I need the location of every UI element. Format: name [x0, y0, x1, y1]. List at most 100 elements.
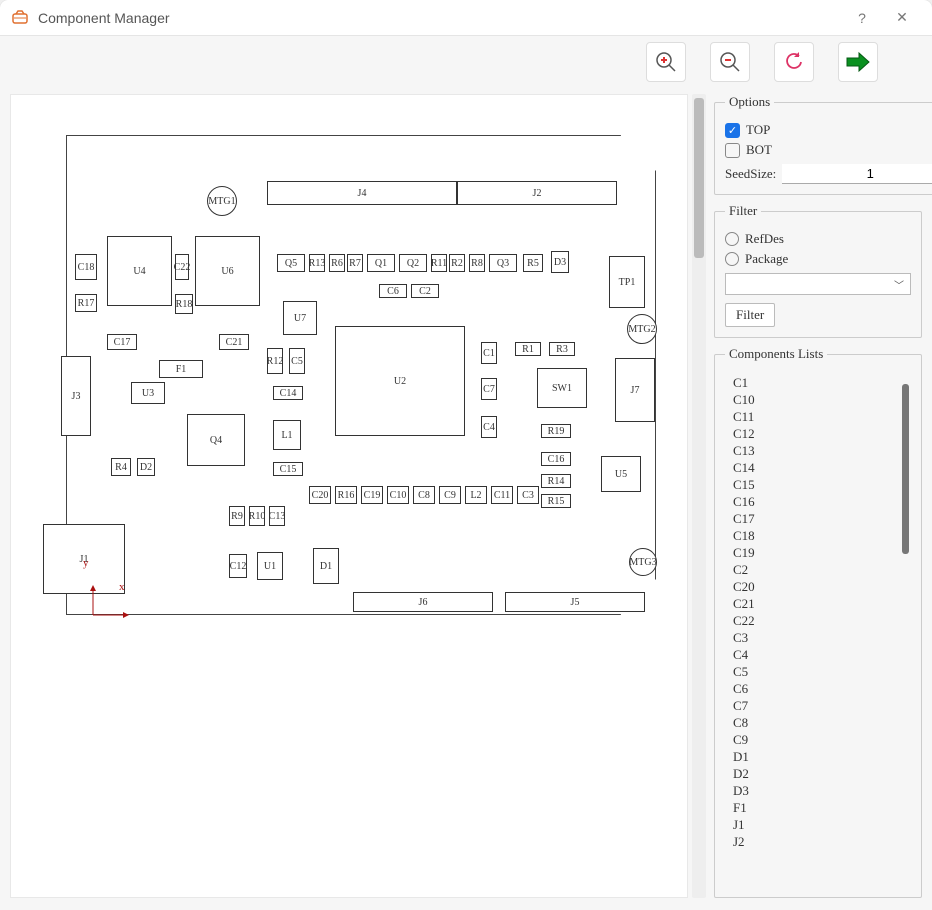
- component-R10[interactable]: R10: [249, 506, 265, 526]
- component-C10[interactable]: C10: [387, 486, 409, 504]
- list-item[interactable]: C20: [731, 578, 900, 595]
- list-item[interactable]: D3: [731, 782, 900, 799]
- refdes-radio[interactable]: [725, 232, 739, 246]
- component-C4[interactable]: C4: [481, 416, 497, 438]
- list-item[interactable]: C18: [731, 527, 900, 544]
- components-list-items[interactable]: C1C10C11C12C13C14C15C16C17C18C19C2C20C21…: [731, 374, 900, 883]
- component-R17[interactable]: R17: [75, 294, 97, 312]
- component-C18[interactable]: C18: [75, 254, 97, 280]
- component-R14[interactable]: R14: [541, 474, 571, 488]
- component-Q1[interactable]: Q1: [367, 254, 395, 272]
- list-item[interactable]: C9: [731, 731, 900, 748]
- component-C17[interactable]: C17: [107, 334, 137, 350]
- scrollbar-thumb[interactable]: [694, 98, 704, 258]
- list-item[interactable]: C13: [731, 442, 900, 459]
- component-MTG2[interactable]: MTG2: [627, 314, 657, 344]
- component-J7[interactable]: J7: [615, 358, 655, 422]
- list-item[interactable]: C2: [731, 561, 900, 578]
- component-D1[interactable]: D1: [313, 548, 339, 584]
- list-item[interactable]: C7: [731, 697, 900, 714]
- filter-select[interactable]: ﹀: [725, 273, 911, 295]
- list-item[interactable]: J2: [731, 833, 900, 850]
- zoom-out-button[interactable]: [710, 42, 750, 82]
- list-item[interactable]: C14: [731, 459, 900, 476]
- bot-option[interactable]: BOT: [725, 142, 932, 158]
- component-R19[interactable]: R19: [541, 424, 571, 438]
- component-C11[interactable]: C11: [491, 486, 513, 504]
- component-MTG3[interactable]: MTG3: [629, 548, 657, 576]
- component-C12[interactable]: C12: [229, 554, 247, 578]
- component-C20[interactable]: C20: [309, 486, 331, 504]
- component-Q3[interactable]: Q3: [489, 254, 517, 272]
- close-button[interactable]: ✕: [882, 9, 922, 26]
- component-C15[interactable]: C15: [273, 462, 303, 476]
- component-R7[interactable]: R7: [347, 254, 363, 272]
- component-R1[interactable]: R1: [515, 342, 541, 356]
- pcb-canvas[interactable]: MTG1J4J2C18U4C22U6Q5R13R6R7Q1Q2R11R2R8Q3…: [10, 94, 688, 898]
- list-item[interactable]: C21: [731, 595, 900, 612]
- component-C7[interactable]: C7: [481, 378, 497, 400]
- component-C5[interactable]: C5: [289, 348, 305, 374]
- component-U3[interactable]: U3: [131, 382, 165, 404]
- component-J4[interactable]: J4: [267, 181, 457, 205]
- list-item[interactable]: D1: [731, 748, 900, 765]
- component-R11[interactable]: R11: [431, 254, 447, 272]
- canvas-scrollbar[interactable]: [692, 94, 706, 898]
- component-R16[interactable]: R16: [335, 486, 357, 504]
- component-MTG1[interactable]: MTG1: [207, 186, 237, 216]
- component-D2[interactable]: D2: [137, 458, 155, 476]
- next-button[interactable]: [838, 42, 878, 82]
- list-scrollbar[interactable]: [902, 374, 909, 883]
- list-item[interactable]: C11: [731, 408, 900, 425]
- component-R6[interactable]: R6: [329, 254, 345, 272]
- component-R18[interactable]: R18: [175, 294, 193, 314]
- component-J2[interactable]: J2: [457, 181, 617, 205]
- list-item[interactable]: C4: [731, 646, 900, 663]
- component-R9[interactable]: R9: [229, 506, 245, 526]
- component-R15[interactable]: R15: [541, 494, 571, 508]
- list-item[interactable]: C1: [731, 374, 900, 391]
- component-L1[interactable]: L1: [273, 420, 301, 450]
- list-item[interactable]: C15: [731, 476, 900, 493]
- component-C13[interactable]: C13: [269, 506, 285, 526]
- list-item[interactable]: C22: [731, 612, 900, 629]
- component-TP1[interactable]: TP1: [609, 256, 645, 308]
- component-C3[interactable]: C3: [517, 486, 539, 504]
- filter-button[interactable]: Filter: [725, 303, 775, 327]
- component-U6[interactable]: U6: [195, 236, 260, 306]
- component-R5[interactable]: R5: [523, 254, 543, 272]
- list-item[interactable]: C19: [731, 544, 900, 561]
- package-option[interactable]: Package: [725, 251, 911, 267]
- seedsize-input[interactable]: [782, 164, 932, 184]
- component-R8[interactable]: R8: [469, 254, 485, 272]
- list-item[interactable]: C6: [731, 680, 900, 697]
- list-item[interactable]: F1: [731, 799, 900, 816]
- component-C6[interactable]: C6: [379, 284, 407, 298]
- component-C16[interactable]: C16: [541, 452, 571, 466]
- component-R3[interactable]: R3: [549, 342, 575, 356]
- top-option[interactable]: ✓ TOP: [725, 122, 932, 138]
- component-U1[interactable]: U1: [257, 552, 283, 580]
- component-C2[interactable]: C2: [411, 284, 439, 298]
- refresh-button[interactable]: [774, 42, 814, 82]
- component-R2[interactable]: R2: [449, 254, 465, 272]
- component-J3[interactable]: J3: [61, 356, 91, 436]
- list-item[interactable]: C5: [731, 663, 900, 680]
- list-item[interactable]: D2: [731, 765, 900, 782]
- package-radio[interactable]: [725, 252, 739, 266]
- component-J5[interactable]: J5: [505, 592, 645, 612]
- list-item[interactable]: C8: [731, 714, 900, 731]
- component-L2[interactable]: L2: [465, 486, 487, 504]
- refdes-option[interactable]: RefDes: [725, 231, 911, 247]
- component-U4[interactable]: U4: [107, 236, 172, 306]
- component-C1[interactable]: C1: [481, 342, 497, 364]
- list-item[interactable]: C3: [731, 629, 900, 646]
- component-Q5[interactable]: Q5: [277, 254, 305, 272]
- component-R4[interactable]: R4: [111, 458, 131, 476]
- zoom-in-button[interactable]: [646, 42, 686, 82]
- component-R13[interactable]: R13: [309, 254, 325, 272]
- scrollbar-thumb[interactable]: [902, 384, 909, 554]
- component-D3[interactable]: D3: [551, 251, 569, 273]
- component-U2[interactable]: U2: [335, 326, 465, 436]
- list-item[interactable]: C12: [731, 425, 900, 442]
